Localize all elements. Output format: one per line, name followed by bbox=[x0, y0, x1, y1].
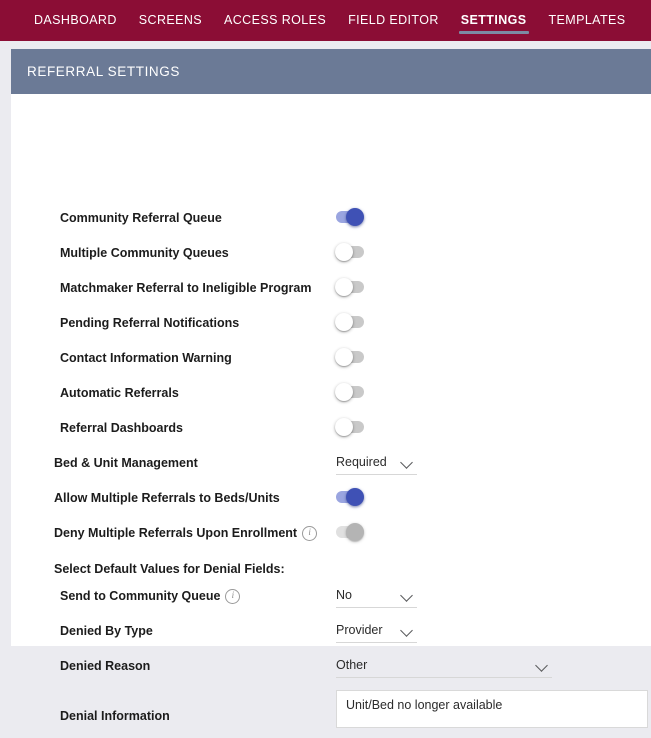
label-allow-multiple-referrals: Allow Multiple Referrals to Beds/Units bbox=[54, 491, 280, 505]
info-circle-icon[interactable] bbox=[302, 525, 318, 541]
chevron-down-icon bbox=[401, 624, 414, 637]
row-denied-reason: Denied Reason Other bbox=[11, 653, 651, 678]
toggle-knob bbox=[335, 348, 353, 366]
chevron-down-icon bbox=[401, 589, 414, 602]
row-denied-by-type: Denied By Type Provider bbox=[11, 618, 651, 643]
toggle-knob bbox=[335, 313, 353, 331]
row-denial-information: Denial Information Unit/Bed no longer av… bbox=[11, 690, 651, 738]
toggle-3[interactable] bbox=[325, 312, 369, 332]
page-title: REFERRAL SETTINGS bbox=[27, 64, 180, 79]
row-toggle-1: Multiple Community Queues bbox=[11, 242, 651, 264]
label-send-to-community-queue: Send to Community Queue bbox=[60, 588, 241, 604]
select-send-to-community-queue-value: No bbox=[336, 588, 352, 602]
toggle-2[interactable] bbox=[325, 277, 369, 297]
toggle-4[interactable] bbox=[325, 347, 369, 367]
chevron-down-icon bbox=[401, 456, 414, 469]
row-allow-multiple-referrals: Allow Multiple Referrals to Beds/Units bbox=[11, 487, 651, 509]
toggle-knob bbox=[335, 278, 353, 296]
toggle-deny-multiple-referrals[interactable] bbox=[325, 522, 369, 542]
label-denied-by-type: Denied By Type bbox=[60, 624, 153, 638]
nav-tab-access-roles[interactable]: ACCESS ROLES bbox=[224, 0, 326, 41]
toggle-knob bbox=[335, 418, 353, 436]
denial-information-textarea[interactable]: Unit/Bed no longer available bbox=[336, 690, 648, 728]
row-toggle-5: Automatic Referrals bbox=[11, 382, 651, 404]
label-deny-multiple-referrals-text: Deny Multiple Referrals Upon Enrollment bbox=[54, 526, 298, 540]
row-toggle-6: Referral Dashboards bbox=[11, 417, 651, 439]
toggle-knob bbox=[335, 243, 353, 261]
label-toggle-1: Multiple Community Queues bbox=[60, 246, 229, 260]
info-circle-icon[interactable] bbox=[225, 588, 241, 604]
label-toggle-5: Automatic Referrals bbox=[60, 386, 179, 400]
toggle-knob bbox=[346, 208, 364, 226]
toggle-knob bbox=[346, 488, 364, 506]
nav-tab-field-editor[interactable]: FIELD EDITOR bbox=[348, 0, 439, 41]
select-bed-unit-management[interactable]: Required bbox=[336, 450, 417, 475]
top-navigation-bar: DASHBOARD SCREENS ACCESS ROLES FIELD EDITOR… bbox=[0, 0, 651, 41]
nav-tab-screens[interactable]: SCREENS bbox=[139, 0, 202, 41]
label-send-to-community-queue-text: Send to Community Queue bbox=[60, 589, 221, 603]
toggle-5[interactable] bbox=[325, 382, 369, 402]
label-toggle-3: Pending Referral Notifications bbox=[60, 316, 240, 330]
settings-form: Bed & Unit Management Required Allow Mul… bbox=[11, 94, 651, 728]
nav-tab-templates[interactable]: TEMPLATES bbox=[549, 0, 626, 41]
row-toggle-0: Community Referral Queue bbox=[11, 207, 651, 229]
label-toggle-6: Referral Dashboards bbox=[60, 421, 183, 435]
toggle-0[interactable] bbox=[325, 207, 369, 227]
toggle-knob bbox=[346, 523, 364, 541]
label-toggle-4: Contact Information Warning bbox=[60, 351, 232, 365]
denial-fields-section-title: Select Default Values for Denial Fields: bbox=[54, 562, 285, 576]
nav-tab-dashboard[interactable]: DASHBOARD bbox=[34, 0, 117, 41]
row-toggle-2: Matchmaker Referral to Ineligible Progra… bbox=[11, 277, 651, 299]
label-toggle-2: Matchmaker Referral to Ineligible Progra… bbox=[60, 281, 312, 295]
label-bed-unit-management: Bed & Unit Management bbox=[54, 456, 198, 470]
select-bed-unit-management-value: Required bbox=[336, 455, 387, 469]
row-send-to-community-queue: Send to Community Queue No bbox=[11, 583, 651, 608]
label-deny-multiple-referrals: Deny Multiple Referrals Upon Enrollment bbox=[54, 525, 318, 541]
label-denied-reason: Denied Reason bbox=[60, 659, 151, 673]
toggle-6[interactable] bbox=[325, 417, 369, 437]
label-toggle-0: Community Referral Queue bbox=[60, 211, 222, 225]
toggle-knob bbox=[335, 383, 353, 401]
select-denied-reason-value: Other bbox=[336, 658, 368, 672]
referral-settings-card: REFERRAL SETTINGS Bed & Unit Management … bbox=[11, 49, 651, 728]
row-bed-unit-management: Bed & Unit Management Required bbox=[11, 450, 651, 475]
row-toggle-4: Contact Information Warning bbox=[11, 347, 651, 369]
toggle-1[interactable] bbox=[325, 242, 369, 262]
select-denied-reason[interactable]: Other bbox=[336, 653, 552, 678]
label-denial-information: Denial Information bbox=[60, 709, 170, 723]
select-denied-by-type-value: Provider bbox=[336, 623, 383, 637]
select-denied-by-type[interactable]: Provider bbox=[336, 618, 417, 643]
toggle-allow-multiple-referrals[interactable] bbox=[325, 487, 369, 507]
card-header: REFERRAL SETTINGS bbox=[11, 49, 651, 94]
row-toggle-3: Pending Referral Notifications bbox=[11, 312, 651, 334]
chevron-down-icon bbox=[536, 659, 549, 672]
nav-tab-settings[interactable]: SETTINGS bbox=[458, 0, 529, 41]
select-send-to-community-queue[interactable]: No bbox=[336, 583, 417, 608]
row-deny-multiple-referrals: Deny Multiple Referrals Upon Enrollment bbox=[11, 522, 651, 544]
